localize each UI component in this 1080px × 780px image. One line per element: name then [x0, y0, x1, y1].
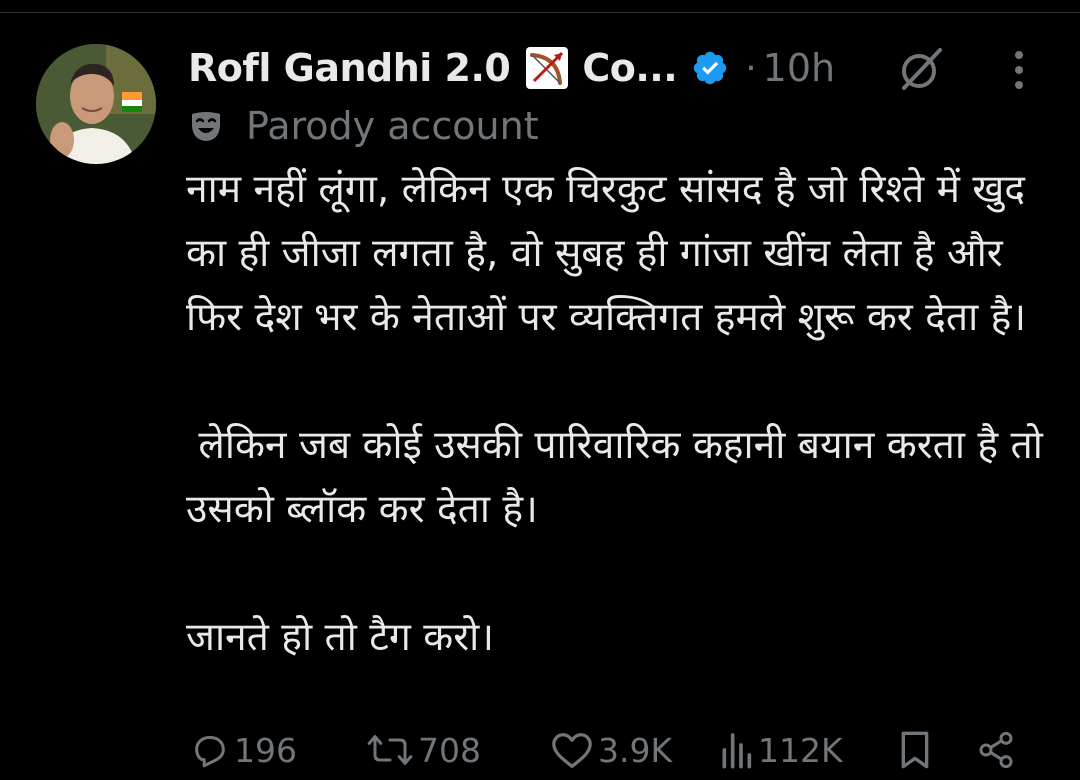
repost-count: 708 — [418, 730, 481, 770]
top-divider — [0, 12, 1080, 13]
repost-button[interactable]: 708 — [366, 720, 481, 780]
meta-separator: · — [745, 47, 757, 89]
grok-icon[interactable] — [896, 44, 946, 94]
views-button[interactable]: 112K — [718, 720, 843, 780]
like-button[interactable]: 3.9K — [550, 720, 672, 780]
repost-icon — [367, 735, 413, 765]
tweet-paragraph-3: जानते हो तो टैग करो। — [186, 615, 495, 660]
reply-button[interactable]: 196 — [190, 720, 297, 780]
views-count: 112K — [758, 730, 843, 770]
tweet-paragraph-2: लेकिन जब कोई उसकी पारिवारिक कहानी बयान क… — [186, 423, 1056, 532]
parody-mask-icon — [192, 112, 220, 141]
like-count: 3.9K — [598, 730, 673, 770]
share-button[interactable] — [976, 720, 1016, 780]
avatar-image — [36, 44, 156, 164]
bookmark-button[interactable] — [898, 720, 932, 780]
tweet-action-bar: 196 708 3.9K 112K — [186, 720, 1046, 780]
bookmark-icon — [901, 731, 929, 769]
bow-and-arrow-icon — [526, 47, 569, 89]
timestamp[interactable]: 10h — [763, 46, 835, 90]
author-name[interactable]: Rofl Gandhi 2.0 — [188, 46, 511, 90]
more-options-icon[interactable] — [1004, 48, 1034, 92]
share-icon — [979, 731, 1013, 769]
tweet-header: Rofl Gandhi 2.0 Co... · 10h — [188, 40, 835, 96]
heart-icon — [552, 733, 592, 768]
views-icon — [722, 733, 752, 769]
verified-badge-icon — [693, 51, 727, 85]
parody-label-row: Parody account — [188, 100, 539, 152]
reply-icon — [195, 736, 225, 768]
author-name-suffix[interactable]: Co... — [582, 46, 677, 90]
tweet-text: नाम नहीं लूंगा, लेकिन एक चिरकुट सांसद है… — [186, 158, 1066, 670]
parody-account-label: Parody account — [246, 104, 539, 148]
tweet-paragraph-1: नाम नहीं लूंगा, लेकिन एक चिरकुट सांसद है… — [186, 167, 1038, 340]
avatar[interactable] — [36, 44, 156, 164]
reply-count: 196 — [234, 730, 297, 770]
